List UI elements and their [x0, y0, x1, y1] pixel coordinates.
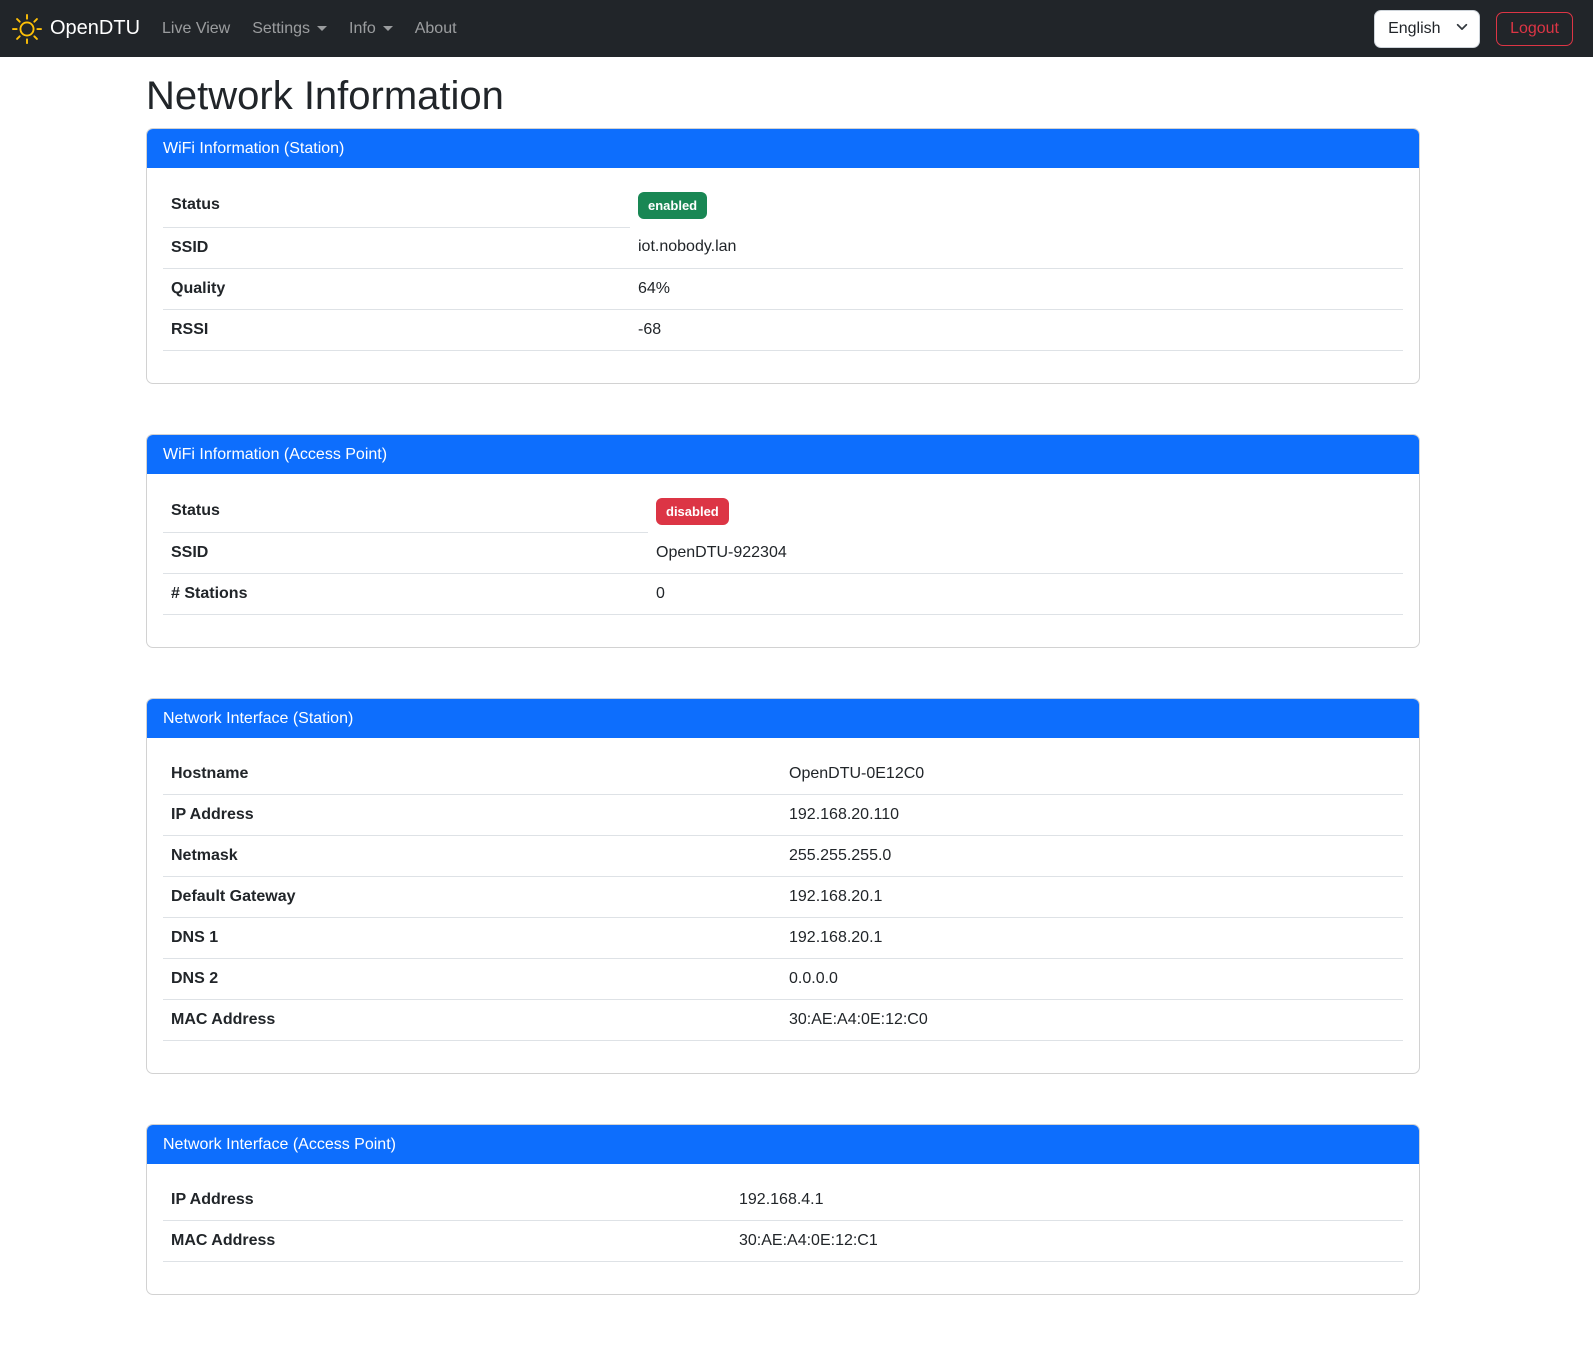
row-value: 192.168.4.1	[731, 1180, 1403, 1221]
status-badge: enabled	[638, 192, 707, 219]
status-badge: disabled	[656, 498, 729, 525]
language-select[interactable]: English	[1374, 10, 1480, 48]
card-body: Status disabled SSID OpenDTU-922304 # St…	[147, 474, 1419, 648]
table-row: DNS 2 0.0.0.0	[163, 959, 1403, 1000]
nav-item-live-view[interactable]: Live View	[154, 12, 238, 46]
info-table: Status enabled SSID iot.nobody.lan Quali…	[163, 184, 1403, 351]
row-value: OpenDTU-922304	[648, 533, 1403, 574]
table-row: SSID iot.nobody.lan	[163, 227, 1403, 268]
brand-label: OpenDTU	[50, 17, 140, 40]
top-navbar: OpenDTU Live View Settings Info About En…	[0, 0, 1593, 57]
language-select-wrapper: English	[1374, 10, 1480, 48]
row-value: 0	[648, 574, 1403, 615]
row-label: SSID	[163, 227, 630, 268]
table-row: IP Address 192.168.20.110	[163, 795, 1403, 836]
row-label: MAC Address	[163, 1221, 731, 1262]
card-body: Hostname OpenDTU-0E12C0 IP Address 192.1…	[147, 738, 1419, 1073]
table-row: Hostname OpenDTU-0E12C0	[163, 754, 1403, 795]
caret-down-icon	[317, 26, 327, 31]
card-header: Network Interface (Station)	[147, 699, 1419, 738]
row-label: MAC Address	[163, 1000, 781, 1041]
card-body: Status enabled SSID iot.nobody.lan Quali…	[147, 168, 1419, 383]
info-card: WiFi Information (Station) Status enable…	[146, 128, 1420, 384]
nav-item-settings[interactable]: Settings	[244, 12, 335, 46]
nav-item-about[interactable]: About	[407, 12, 465, 46]
logout-button[interactable]: Logout	[1496, 12, 1573, 46]
table-row: MAC Address 30:AE:A4:0E:12:C1	[163, 1221, 1403, 1262]
info-card: WiFi Information (Access Point) Status d…	[146, 434, 1420, 649]
table-row: Netmask 255.255.255.0	[163, 836, 1403, 877]
row-value: 0.0.0.0	[781, 959, 1403, 1000]
info-table: IP Address 192.168.4.1 MAC Address 30:AE…	[163, 1180, 1403, 1262]
row-value: OpenDTU-0E12C0	[781, 754, 1403, 795]
row-value: 30:AE:A4:0E:12:C0	[781, 1000, 1403, 1041]
table-row: RSSI -68	[163, 309, 1403, 350]
table-row: IP Address 192.168.4.1	[163, 1180, 1403, 1221]
row-label: Default Gateway	[163, 877, 781, 918]
info-card: Network Interface (Station) Hostname Ope…	[146, 698, 1420, 1074]
row-label: Quality	[163, 268, 630, 309]
table-row: SSID OpenDTU-922304	[163, 533, 1403, 574]
row-value: 192.168.20.110	[781, 795, 1403, 836]
nav-links: Live View Settings Info About	[154, 12, 471, 46]
card-header: WiFi Information (Access Point)	[147, 435, 1419, 474]
row-value: enabled	[630, 184, 1403, 227]
info-table: Hostname OpenDTU-0E12C0 IP Address 192.1…	[163, 754, 1403, 1041]
info-card: Network Interface (Access Point) IP Addr…	[146, 1124, 1420, 1295]
table-row: MAC Address 30:AE:A4:0E:12:C0	[163, 1000, 1403, 1041]
caret-down-icon	[383, 26, 393, 31]
table-row: Quality 64%	[163, 268, 1403, 309]
row-value: 192.168.20.1	[781, 918, 1403, 959]
table-row: Status disabled	[163, 490, 1403, 533]
row-label: RSSI	[163, 309, 630, 350]
main-content: Network Information WiFi Information (St…	[146, 74, 1420, 1295]
row-value: 64%	[630, 268, 1403, 309]
brand-opendtu[interactable]: OpenDTU	[12, 14, 140, 44]
row-label: SSID	[163, 533, 648, 574]
table-row: DNS 1 192.168.20.1	[163, 918, 1403, 959]
row-value: -68	[630, 309, 1403, 350]
card-header: WiFi Information (Station)	[147, 129, 1419, 168]
row-label: # Stations	[163, 574, 648, 615]
cards-container: WiFi Information (Station) Status enable…	[146, 128, 1420, 1295]
card-header: Network Interface (Access Point)	[147, 1125, 1419, 1164]
row-value: disabled	[648, 490, 1403, 533]
sun-icon	[12, 14, 42, 44]
card-body: IP Address 192.168.4.1 MAC Address 30:AE…	[147, 1164, 1419, 1294]
row-value: 255.255.255.0	[781, 836, 1403, 877]
info-table: Status disabled SSID OpenDTU-922304 # St…	[163, 490, 1403, 616]
page-title: Network Information	[146, 74, 1420, 119]
row-label: Hostname	[163, 754, 781, 795]
table-row: Status enabled	[163, 184, 1403, 227]
row-label: IP Address	[163, 795, 781, 836]
row-value: 30:AE:A4:0E:12:C1	[731, 1221, 1403, 1262]
row-label: DNS 2	[163, 959, 781, 1000]
row-value: 192.168.20.1	[781, 877, 1403, 918]
row-value: iot.nobody.lan	[630, 227, 1403, 268]
table-row: Default Gateway 192.168.20.1	[163, 877, 1403, 918]
nav-item-info[interactable]: Info	[341, 12, 401, 46]
row-label: Netmask	[163, 836, 781, 877]
table-row: # Stations 0	[163, 574, 1403, 615]
row-label: IP Address	[163, 1180, 731, 1221]
row-label: Status	[163, 490, 648, 533]
row-label: DNS 1	[163, 918, 781, 959]
row-label: Status	[163, 184, 630, 227]
